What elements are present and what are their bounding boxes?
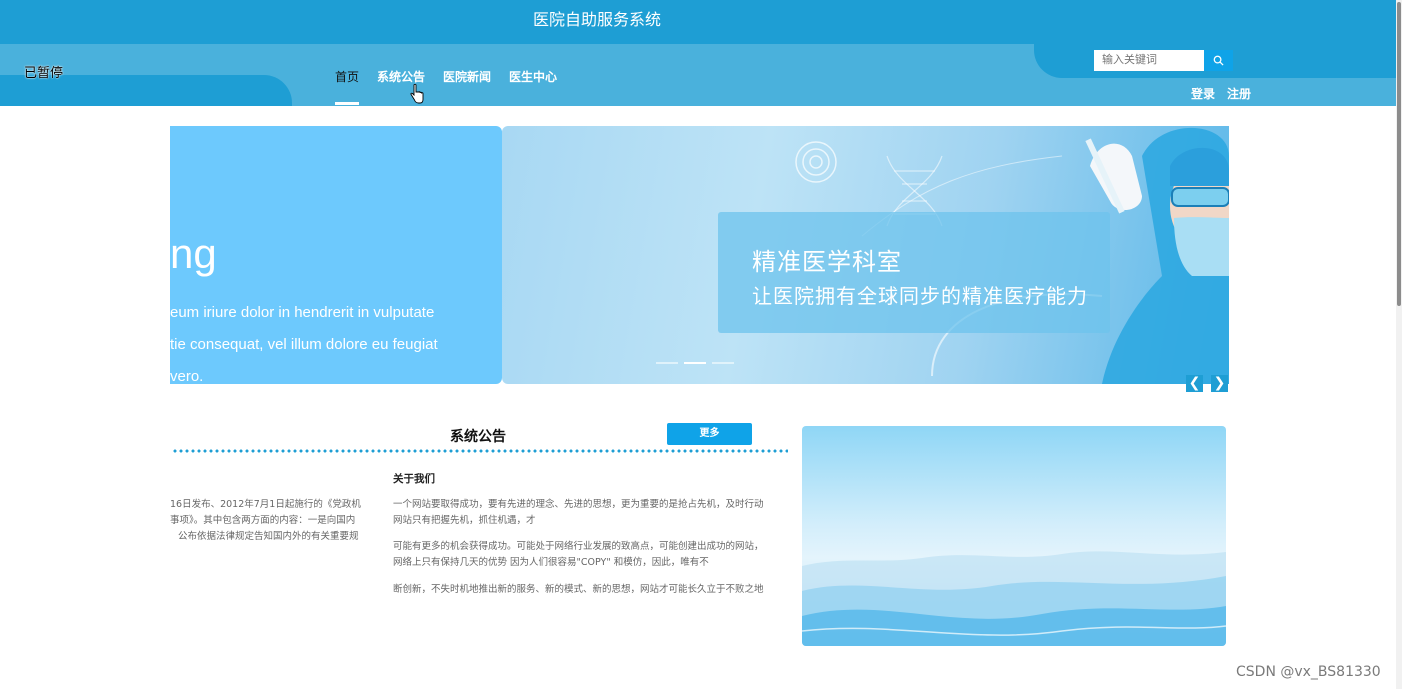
about-paragraph: 断创新，不失时机地推出新的服务、新的模式、新的思想，网站才可能长久立于不败之地 xyxy=(393,582,788,598)
nav-item-news[interactable]: 医院新闻 xyxy=(443,68,491,108)
slide-subtitle: 让医院拥有全球同步的精准医疗能力 xyxy=(752,284,1088,308)
slide-heading-fragment: ng xyxy=(170,230,217,277)
slide-title: 精准医学科室 xyxy=(752,248,902,276)
nav-item-doctors[interactable]: 医生中心 xyxy=(509,68,557,108)
search-icon xyxy=(1213,55,1224,66)
about-paragraph: 一个网站要取得成功，要有先进的理念、先进的思想，更为重要的是抢占先机，及时行动 … xyxy=(393,497,788,529)
slide-text-line: eum iriure dolor in hendrerit in vulputa… xyxy=(170,304,435,321)
about-line: 网络上只有保持几天的优势 因为人们很容易"COPY" 和模仿，因此，唯有不 xyxy=(393,557,709,568)
paused-status-label: 已暂停 xyxy=(24,66,64,81)
more-button[interactable]: 更多 xyxy=(667,423,752,445)
decorative-landscape-image xyxy=(802,426,1226,646)
carousel-next-button[interactable]: ❯ xyxy=(1211,375,1228,392)
search-input[interactable] xyxy=(1094,50,1204,71)
search-button[interactable] xyxy=(1204,50,1233,71)
main-nav: 首页 系统公告 医院新闻 医生中心 xyxy=(335,68,575,108)
carousel-dot-active[interactable] xyxy=(684,362,706,364)
login-link[interactable]: 登录 xyxy=(1191,85,1215,102)
notice-excerpt[interactable]: 16日发布、2012年7月1日起施行的《党政机 事项》。其中包含两方面的内容：一… xyxy=(170,497,374,545)
notice-section-title: 系统公告 xyxy=(450,429,506,445)
carousel-indicators xyxy=(656,362,734,364)
about-line: 可能有更多的机会获得成功。可能处于网络行业发展的致高点，可能创建出成功的网站， xyxy=(393,541,764,552)
about-paragraph: 可能有更多的机会获得成功。可能处于网络行业发展的致高点，可能创建出成功的网站， … xyxy=(393,539,788,571)
slide-text-line: tie consequat, vel illum dolore eu feugi… xyxy=(170,336,438,353)
about-line: 一个网站要取得成功，要有先进的理念、先进的思想，更为重要的是抢占先机，及时行动 xyxy=(393,499,764,510)
carousel-dot[interactable] xyxy=(712,362,734,364)
carousel-dot[interactable] xyxy=(656,362,678,364)
carousel-prev-button[interactable]: ❮ xyxy=(1186,375,1203,392)
watermark-text: CSDN @vx_BS81330 xyxy=(1236,664,1381,680)
about-line: 断创新，不失时机地推出新的服务、新的模式、新的思想，网站才可能长久立于不败之地 xyxy=(393,584,764,595)
nav-item-home[interactable]: 首页 xyxy=(335,68,360,108)
notice-line: 公布依据法律规定告知国内外的有关重要规 xyxy=(178,531,359,542)
slide-text-line: vero. xyxy=(170,368,204,384)
top-header-bar: 医院自助服务系统 xyxy=(0,0,1402,44)
register-link[interactable]: 注册 xyxy=(1227,85,1251,102)
hand-cursor-icon xyxy=(410,84,424,104)
about-line: 网站只有把握先机，抓住机遇，才 xyxy=(393,515,536,526)
notice-line: 事项》。其中包含两方面的内容：一是向国内 xyxy=(170,515,356,526)
dotted-divider xyxy=(172,449,788,453)
slide-caption-card: 精准医学科室 让医院拥有全球同步的精准医疗能力 xyxy=(718,212,1110,333)
scrollbar-thumb[interactable] xyxy=(1397,2,1401,306)
carousel-slide-previous[interactable]: ng eum iriure dolor in hendrerit in vulp… xyxy=(170,126,502,384)
carousel-slide-current[interactable]: 精准医学科室 让医院拥有全球同步的精准医疗能力 xyxy=(502,126,1229,384)
about-us-title[interactable]: 关于我们 xyxy=(393,471,435,486)
notice-line: 16日发布、2012年7月1日起施行的《党政机 xyxy=(170,499,361,510)
site-title: 医院自助服务系统 xyxy=(532,10,661,29)
